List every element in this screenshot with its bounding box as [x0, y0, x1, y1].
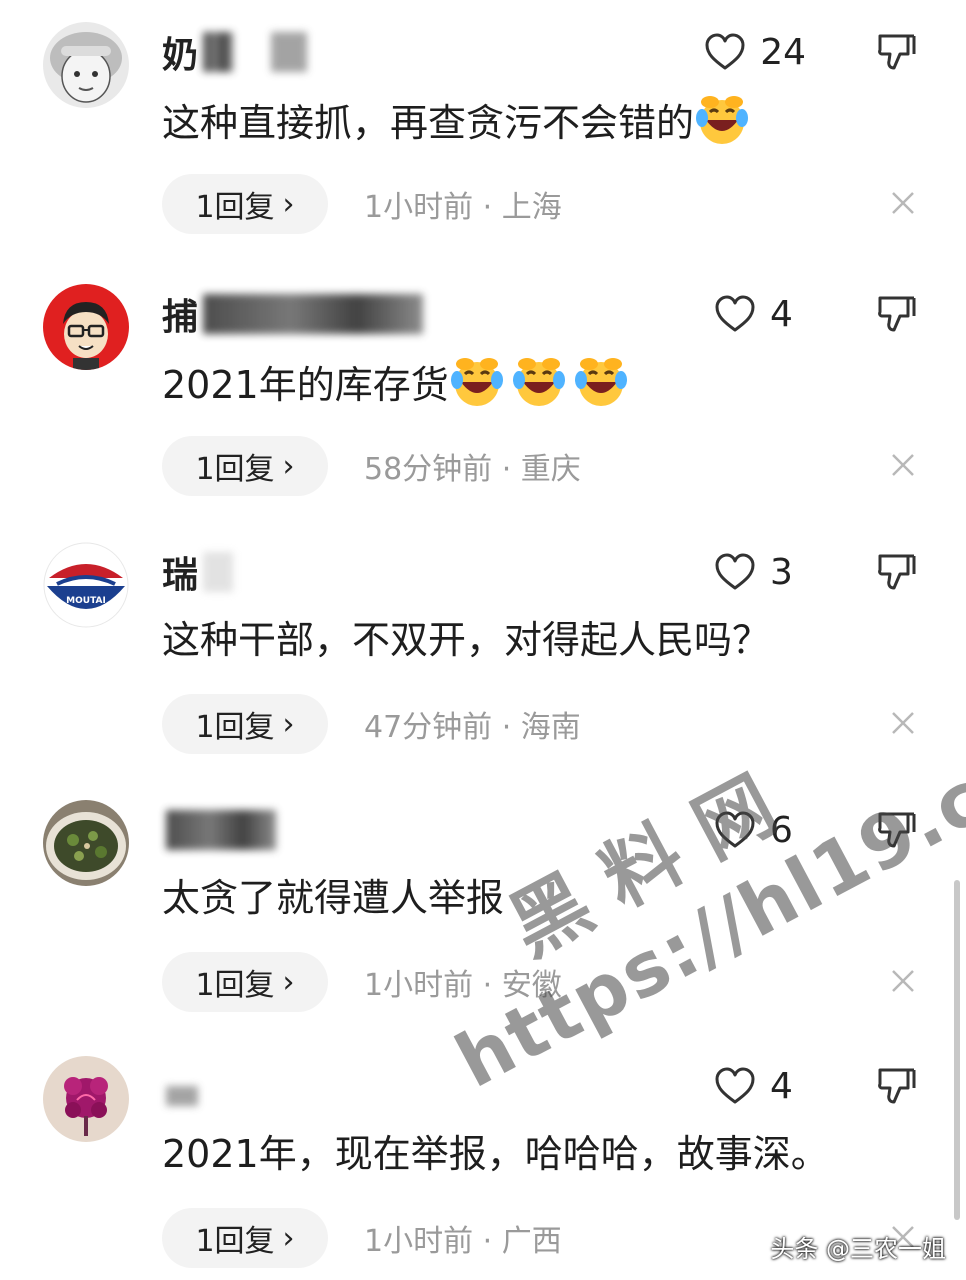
laughing-tears-emoji-icon [696, 96, 749, 144]
username-row [162, 800, 276, 860]
username[interactable]: 捕 [162, 288, 199, 340]
heart-icon [715, 811, 755, 848]
blurred-name [203, 552, 234, 592]
dislike-button[interactable] [874, 1064, 918, 1108]
reply-label: 1回复 [195, 968, 275, 1003]
scrollbar[interactable] [954, 880, 960, 1220]
user-avatar[interactable] [43, 1056, 129, 1142]
avatar-logo-text: MOUTAI [66, 596, 106, 606]
comment-item: 奶 24 这种直接抓，再查贪污不会错的 1回复 › 1小时前 · 上海 [0, 0, 966, 250]
thumbs-down-icon [878, 34, 916, 70]
comment-meta: 58分钟前 · 重庆 [364, 452, 581, 487]
chevron-right-icon: › [282, 186, 295, 222]
reply-label: 1回复 [195, 710, 275, 745]
comment-text: 2021年的库存货 [162, 363, 449, 407]
reply-button[interactable]: 1回复 › [162, 174, 328, 234]
comment-text-row: 2021年，现在举报，哈哈哈，故事深。 [162, 1126, 906, 1182]
comment-text: 这种直接抓，再查贪污不会错的 [162, 101, 695, 145]
like-button[interactable]: 3 [714, 542, 806, 602]
thumbs-down-icon [878, 812, 916, 848]
comment-meta: 1小时前 · 广西 [364, 1224, 562, 1259]
close-button[interactable] [888, 966, 918, 996]
reply-row: 1回复 › 47分钟前 · 海南 [162, 694, 581, 754]
heart-icon [705, 33, 745, 70]
close-button[interactable] [888, 188, 918, 218]
reply-button[interactable]: 1回复 › [162, 694, 328, 754]
laughing-tears-emoji-icon [450, 358, 503, 406]
like-count: 24 [760, 31, 806, 73]
username-row: 瑞 [162, 542, 234, 602]
laughing-tears-emoji-icon [574, 358, 627, 406]
heart-icon [715, 553, 755, 590]
blurred-name [166, 810, 276, 850]
comment-meta: 47分钟前 · 海南 [364, 710, 581, 745]
user-avatar[interactable] [43, 284, 129, 370]
comment-item: MOUTAI 瑞 3 这种干部，不双开，对得起人民吗？ 1回复 › 47分钟前 … [0, 520, 966, 770]
user-avatar[interactable] [43, 800, 129, 886]
blurred-name [203, 32, 234, 72]
comment-text-row: 这种干部，不双开，对得起人民吗？ [162, 612, 906, 668]
chevron-right-icon: › [282, 964, 295, 1000]
comment-text-row: 这种直接抓，再查贪污不会错的 [162, 92, 906, 151]
dislike-button[interactable] [874, 550, 918, 594]
dislike-button[interactable] [874, 292, 918, 336]
heart-icon [715, 295, 755, 332]
username-row: 奶 [162, 22, 308, 82]
username-row: 捕 [162, 284, 424, 344]
username[interactable]: 瑞 [162, 546, 199, 598]
like-button[interactable]: 4 [714, 1056, 806, 1116]
blurred-name [203, 294, 424, 334]
user-avatar[interactable] [43, 22, 129, 108]
comment-text: 2021年，现在举报，哈哈哈，故事深。 [162, 1132, 829, 1176]
username[interactable]: 奶 [162, 26, 199, 78]
comment-list-page: 奶 24 这种直接抓，再查贪污不会错的 1回复 › 1小时前 · 上海 捕 4 … [0, 0, 966, 1280]
reply-label: 1回复 [195, 190, 275, 225]
blurred-name [166, 1086, 198, 1106]
comment-text: 太贪了就得遭人举报 [162, 876, 505, 920]
close-icon [892, 192, 914, 214]
chevron-right-icon: › [282, 706, 295, 742]
chevron-right-icon: › [282, 448, 295, 484]
laughing-tears-emoji-icon [512, 358, 565, 406]
like-count: 6 [770, 809, 793, 851]
user-avatar[interactable]: MOUTAI [43, 542, 129, 628]
reply-label: 1回复 [195, 1224, 275, 1259]
blurred-name [271, 32, 308, 72]
reply-button[interactable]: 1回复 › [162, 952, 328, 1012]
reply-button[interactable]: 1回复 › [162, 436, 328, 496]
like-button[interactable]: 24 [704, 22, 806, 82]
like-count: 3 [770, 551, 793, 593]
like-button[interactable]: 4 [714, 284, 806, 344]
heart-icon [715, 1067, 755, 1104]
close-button[interactable] [888, 708, 918, 738]
chevron-right-icon: › [282, 1220, 295, 1256]
reply-row: 1回复 › 58分钟前 · 重庆 [162, 436, 581, 496]
dislike-button[interactable] [874, 30, 918, 74]
close-icon [892, 970, 914, 992]
close-icon [892, 454, 914, 476]
thumbs-down-icon [878, 554, 916, 590]
comment-item: 6 太贪了就得遭人举报 1回复 › 1小时前 · 安徽 [0, 778, 966, 1028]
thumbs-down-icon [878, 296, 916, 332]
reply-row: 1回复 › 1小时前 · 安徽 [162, 952, 562, 1012]
like-button[interactable]: 6 [714, 800, 806, 860]
comment-text-row: 2021年的库存货 [162, 354, 906, 413]
close-icon [892, 712, 914, 734]
source-tag: 头条 @三农一姐 [770, 1235, 946, 1263]
reply-label: 1回复 [195, 452, 275, 487]
comment-meta: 1小时前 · 安徽 [364, 968, 562, 1003]
like-count: 4 [770, 1065, 793, 1107]
comment-text-row: 太贪了就得遭人举报 [162, 870, 906, 926]
reply-row: 1回复 › 1小时前 · 上海 [162, 174, 562, 234]
comment-item: 捕 4 2021年的库存货 1回复 › 58分钟前 · 重庆 [0, 262, 966, 512]
thumbs-down-icon [878, 1068, 916, 1104]
comment-text: 这种干部，不双开，对得起人民吗？ [162, 618, 771, 662]
username-row [162, 1056, 198, 1116]
dislike-button[interactable] [874, 808, 918, 852]
reply-row: 1回复 › 1小时前 · 广西 [162, 1208, 562, 1268]
like-count: 4 [770, 293, 793, 335]
comment-meta: 1小时前 · 上海 [364, 190, 562, 225]
reply-button[interactable]: 1回复 › [162, 1208, 328, 1268]
close-button[interactable] [888, 450, 918, 480]
